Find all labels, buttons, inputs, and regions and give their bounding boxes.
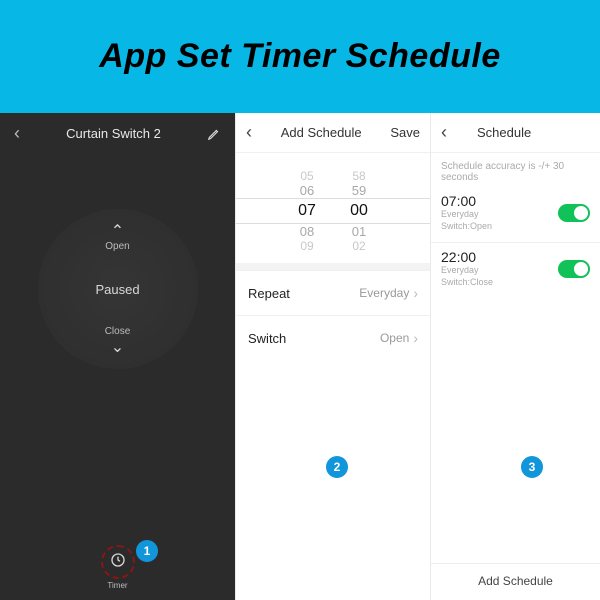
add-schedule-button[interactable]: Add Schedule bbox=[431, 563, 600, 588]
panel3-header: ‹ Schedule bbox=[431, 113, 600, 153]
picker-hour: 09 bbox=[292, 239, 322, 253]
back-icon[interactable]: ‹ bbox=[441, 122, 447, 143]
back-icon[interactable]: ‹ bbox=[246, 122, 252, 143]
repeat-label: Repeat bbox=[248, 286, 290, 301]
panel-schedule-list: ‹ Schedule Schedule accuracy is -/+ 30 s… bbox=[430, 113, 600, 600]
panel-device: ‹ Curtain Switch 2 ⌃ Open Paused Close ⌄ bbox=[0, 113, 235, 600]
step-badge-3: 3 bbox=[521, 456, 543, 478]
schedule-action: Switch:Open bbox=[441, 221, 492, 231]
switch-label: Switch bbox=[248, 331, 286, 346]
schedule-time: 22:00 bbox=[441, 249, 493, 265]
schedule-time: 07:00 bbox=[441, 193, 492, 209]
curtain-dial: ⌃ Open Paused Close ⌄ bbox=[38, 209, 198, 369]
chevron-down-icon: ⌄ bbox=[105, 337, 131, 357]
save-button[interactable]: Save bbox=[390, 125, 420, 140]
close-label: Close bbox=[105, 326, 131, 337]
panel3-title: Schedule bbox=[477, 125, 531, 140]
picker-hour: 08 bbox=[292, 224, 322, 239]
picker-hour-selected: 07 bbox=[292, 202, 322, 220]
step-badge-1: 1 bbox=[136, 540, 158, 562]
schedule-toggle[interactable] bbox=[558, 204, 590, 222]
step-badge-2: 2 bbox=[326, 456, 348, 478]
timer-highlight-ring bbox=[101, 545, 135, 579]
picker-minute: 58 bbox=[344, 169, 374, 183]
divider bbox=[431, 242, 600, 243]
panel-add-schedule: ‹ Add Schedule Save 05 58 06 59 07 00 08 01 … bbox=[235, 113, 430, 600]
schedule-action: Switch:Close bbox=[441, 277, 493, 287]
device-title: Curtain Switch 2 bbox=[66, 126, 161, 141]
schedule-toggle[interactable] bbox=[558, 260, 590, 278]
chevron-right-icon: › bbox=[413, 285, 418, 301]
picker-hour: 05 bbox=[292, 169, 322, 183]
picker-minute: 02 bbox=[344, 239, 374, 253]
picker-hour: 06 bbox=[292, 183, 322, 198]
switch-row[interactable]: Switch Open › bbox=[236, 315, 430, 360]
picker-minute-selected: 00 bbox=[344, 202, 374, 220]
banner: App Set Timer Schedule bbox=[0, 0, 600, 113]
open-label: Open bbox=[105, 241, 129, 252]
status-label: Paused bbox=[95, 282, 139, 297]
schedule-repeat: Everyday bbox=[441, 209, 479, 219]
panel2-header: ‹ Add Schedule Save bbox=[236, 113, 430, 153]
banner-title: App Set Timer Schedule bbox=[99, 37, 500, 76]
timer-button[interactable]: Timer bbox=[101, 545, 135, 590]
edit-icon[interactable] bbox=[207, 127, 221, 141]
section-gap bbox=[236, 263, 430, 270]
switch-value: Open bbox=[380, 331, 409, 345]
schedule-item[interactable]: 07:00 Everyday Switch:Open bbox=[431, 189, 600, 240]
picker-minute: 01 bbox=[344, 224, 374, 239]
time-picker[interactable]: 05 58 06 59 07 00 08 01 09 02 bbox=[236, 153, 430, 263]
chevron-up-icon: ⌃ bbox=[105, 221, 129, 241]
timer-label: Timer bbox=[101, 581, 135, 590]
open-group[interactable]: ⌃ Open bbox=[105, 221, 129, 252]
clock-icon bbox=[110, 552, 126, 573]
panel1-header: ‹ Curtain Switch 2 bbox=[0, 113, 235, 154]
repeat-row[interactable]: Repeat Everyday › bbox=[236, 270, 430, 315]
panel2-title: Add Schedule bbox=[281, 125, 362, 140]
schedule-item[interactable]: 22:00 Everyday Switch:Close bbox=[431, 245, 600, 296]
panels: ‹ Curtain Switch 2 ⌃ Open Paused Close ⌄ bbox=[0, 113, 600, 600]
picker-minute: 59 bbox=[344, 183, 374, 198]
close-group[interactable]: Close ⌄ bbox=[105, 326, 131, 357]
chevron-right-icon: › bbox=[413, 330, 418, 346]
accuracy-note: Schedule accuracy is -/+ 30 seconds bbox=[431, 153, 600, 189]
schedule-repeat: Everyday bbox=[441, 265, 479, 275]
repeat-value: Everyday bbox=[359, 286, 409, 300]
back-icon[interactable]: ‹ bbox=[14, 123, 20, 144]
